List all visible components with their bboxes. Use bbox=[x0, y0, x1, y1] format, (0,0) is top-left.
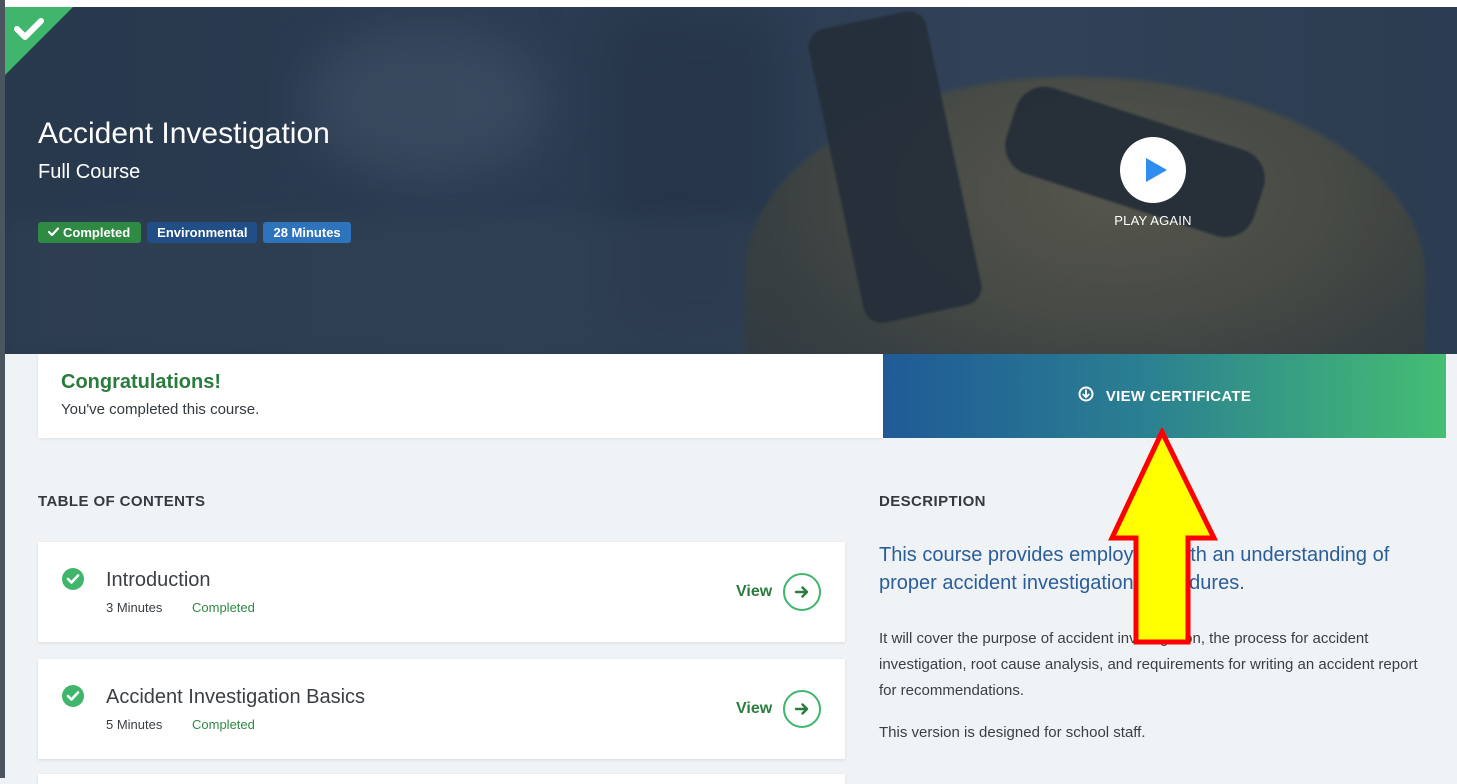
toc-item-title: Accident Investigation Basics bbox=[106, 686, 366, 708]
play-again-label[interactable]: PLAY AGAIN bbox=[1108, 213, 1198, 228]
hero-overlay bbox=[5, 7, 1457, 354]
play-again-control[interactable]: PLAY AGAIN bbox=[1108, 137, 1198, 228]
top-edge bbox=[0, 0, 1457, 7]
check-circle-icon bbox=[62, 685, 84, 712]
congrats-heading: Congratulations! bbox=[61, 371, 221, 393]
congrats-message: You've completed this course. bbox=[61, 401, 260, 418]
course-title: Accident Investigation bbox=[38, 117, 330, 150]
download-circle-icon bbox=[1078, 386, 1094, 406]
toc-item-duration: 3 Minutes bbox=[106, 600, 163, 615]
course-subtitle: Full Course bbox=[38, 161, 141, 183]
toc-item-title: Introduction bbox=[106, 569, 211, 591]
toc-item bbox=[38, 774, 845, 784]
completed-badge: Completed bbox=[38, 222, 142, 243]
category-badge: Environmental bbox=[147, 222, 258, 243]
completion-banner: Congratulations! You've completed this c… bbox=[38, 354, 883, 438]
toc-item-status: Completed bbox=[192, 600, 255, 615]
course-badges: Completed Environmental 28 Minutes bbox=[38, 222, 351, 243]
toc-item-duration: 5 Minutes bbox=[106, 717, 163, 732]
toc-item-view-link[interactable]: View bbox=[736, 583, 772, 601]
completed-badge-label: Completed bbox=[63, 225, 131, 240]
arrow-right-icon[interactable] bbox=[783, 690, 821, 728]
toc-item-view-link[interactable]: View bbox=[736, 700, 772, 718]
check-circle-icon bbox=[62, 568, 84, 595]
toc-item: Introduction 3 Minutes Completed View bbox=[38, 542, 845, 642]
description-heading: DESCRIPTION bbox=[879, 493, 986, 510]
toc-heading: TABLE OF CONTENTS bbox=[38, 493, 206, 510]
view-certificate-label: VIEW CERTIFICATE bbox=[1105, 387, 1252, 405]
check-icon bbox=[47, 222, 60, 243]
toc-item: Accident Investigation Basics 5 Minutes … bbox=[38, 659, 845, 759]
duration-badge: 28 Minutes bbox=[263, 222, 351, 243]
description-paragraph: This version is designed for school staf… bbox=[879, 724, 1146, 741]
play-again-button[interactable] bbox=[1120, 137, 1186, 203]
annotation-arrow bbox=[1108, 426, 1220, 653]
view-certificate-button[interactable]: VIEW CERTIFICATE bbox=[883, 354, 1446, 438]
arrow-right-icon[interactable] bbox=[783, 573, 821, 611]
hero-banner bbox=[5, 7, 1457, 354]
toc-item-status: Completed bbox=[192, 717, 255, 732]
